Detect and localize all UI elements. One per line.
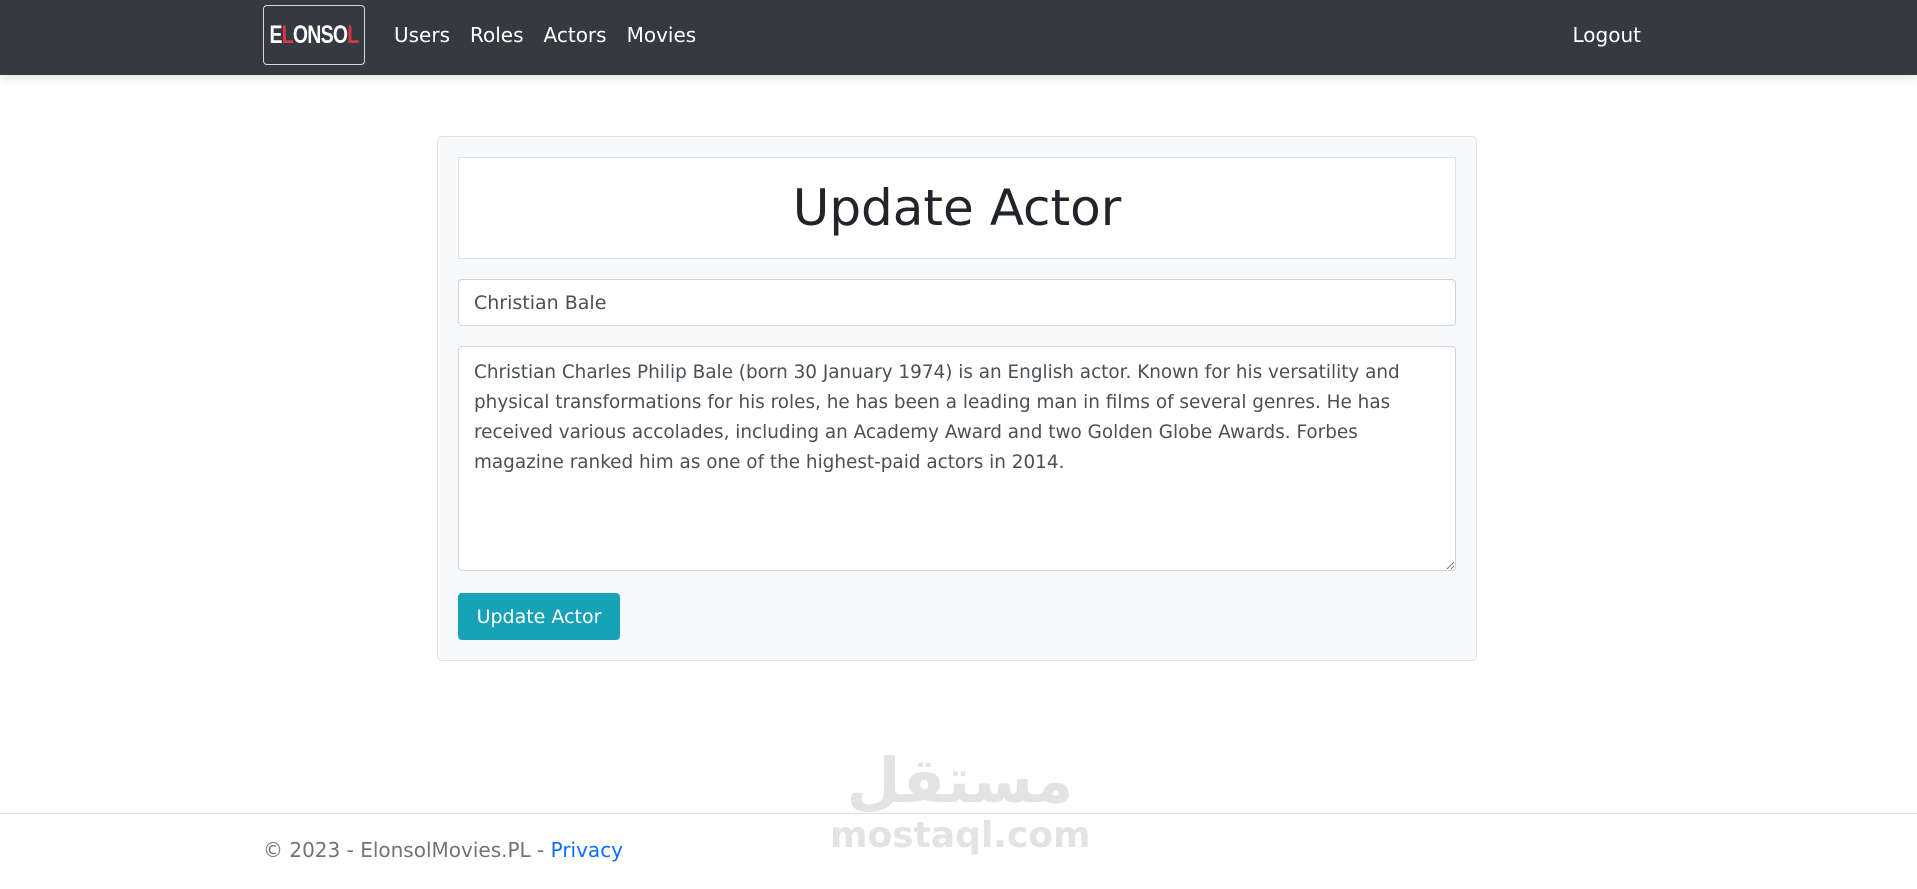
top-navbar: ELONSOL Users Roles Actors Movies Logout xyxy=(0,0,1917,75)
logout-link[interactable]: Logout xyxy=(1573,0,1641,70)
nav-link-movies[interactable]: Movies xyxy=(627,23,697,47)
actor-name-input[interactable] xyxy=(458,279,1456,326)
watermark-arabic: مستقل xyxy=(846,744,1074,817)
nav-link-actors[interactable]: Actors xyxy=(544,23,607,47)
brand-logo-text: ELONSOL xyxy=(269,20,360,49)
privacy-link[interactable]: Privacy xyxy=(551,838,623,862)
actor-bio-textarea[interactable]: Christian Charles Philip Bale (born 30 J… xyxy=(458,346,1456,571)
form-title-box: Update Actor xyxy=(458,157,1456,259)
nav-link-roles[interactable]: Roles xyxy=(470,23,524,47)
footer: © 2023 - ElonsolMovies.PL - Privacy xyxy=(0,813,1917,889)
update-actor-button[interactable]: Update Actor xyxy=(458,593,620,640)
update-actor-form: Update Actor Christian Charles Philip Ba… xyxy=(437,136,1477,661)
page-title: Update Actor xyxy=(792,179,1122,237)
nav-link-users[interactable]: Users xyxy=(394,23,450,47)
brand-logo[interactable]: ELONSOL xyxy=(263,5,365,65)
nav-links: Users Roles Actors Movies xyxy=(394,0,696,70)
copyright-text: © 2023 - ElonsolMovies.PL - xyxy=(263,838,551,862)
footer-text: © 2023 - ElonsolMovies.PL - Privacy xyxy=(263,838,623,862)
